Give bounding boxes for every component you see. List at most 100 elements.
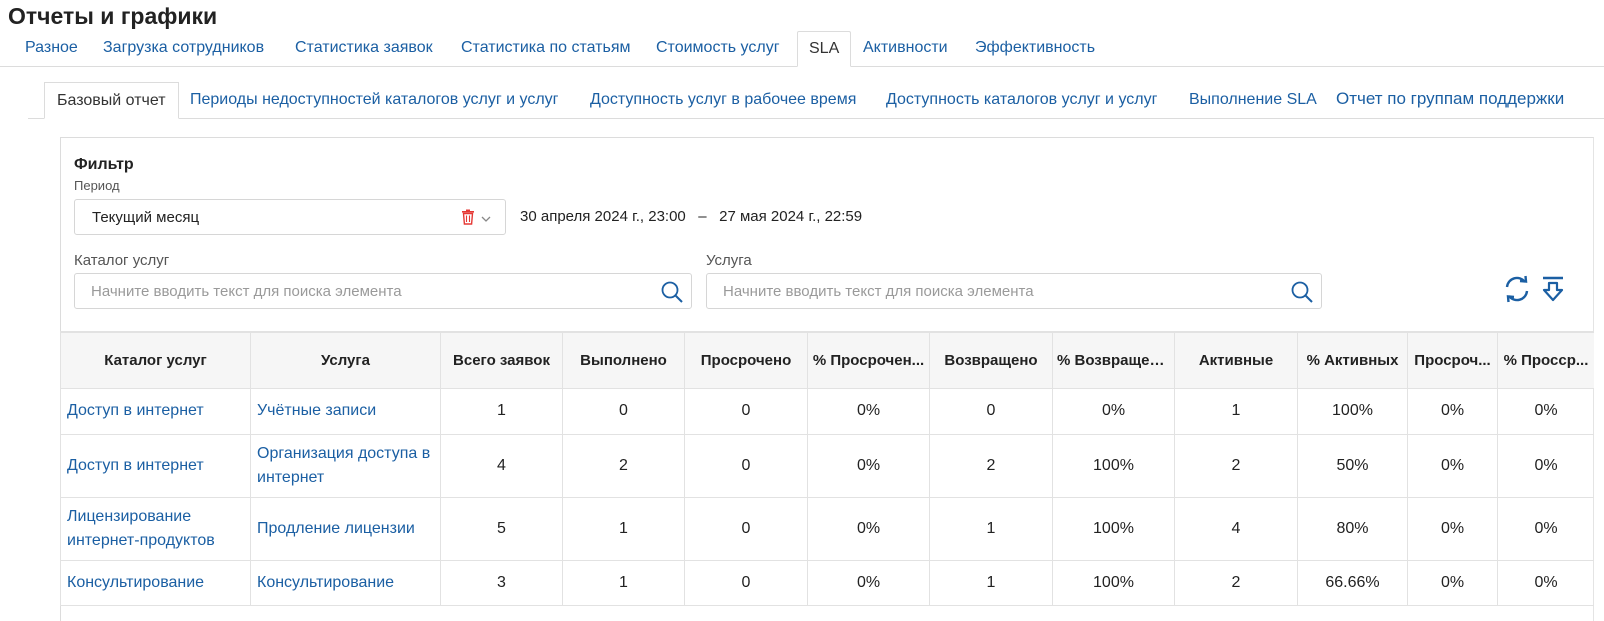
- table-cell: 1: [929, 497, 1053, 561]
- table-cell: 0%: [1407, 388, 1498, 435]
- table-cell: 0: [684, 560, 808, 606]
- table-cell: 100%: [1052, 434, 1175, 498]
- table-cell: 0: [562, 388, 685, 435]
- column-header[interactable]: Услуга: [250, 333, 441, 389]
- tab-sla[interactable]: SLA: [797, 31, 852, 67]
- column-header[interactable]: Выполнено: [562, 333, 685, 389]
- trash-icon[interactable]: [461, 209, 475, 225]
- tab-staff-load[interactable]: Загрузка сотрудников: [92, 31, 275, 67]
- catalog-link[interactable]: Доступ в интернет: [60, 388, 251, 435]
- table-cell: 0%: [1497, 434, 1594, 498]
- search-icon[interactable]: [1291, 281, 1313, 303]
- table-cell: 0: [684, 388, 808, 435]
- table-cell: 3: [440, 560, 563, 606]
- service-label: Услуга: [706, 252, 752, 269]
- tab-efficiency[interactable]: Эффективность: [964, 31, 1106, 67]
- service-search-input[interactable]: [723, 274, 1277, 308]
- table-cell: 100%: [1052, 560, 1175, 606]
- service-link[interactable]: Учётные записи: [250, 388, 441, 435]
- period-select-value: Текущий месяц: [92, 209, 200, 226]
- table-cell: 1: [562, 560, 685, 606]
- table-row: Лицензирование интернет-продуктов Продле…: [60, 497, 1594, 561]
- column-header[interactable]: Возвращено: [929, 333, 1053, 389]
- table-cell: 4: [1174, 497, 1298, 561]
- service-link[interactable]: Консультирование: [250, 560, 441, 606]
- column-header[interactable]: Всего заявок: [440, 333, 563, 389]
- subtab-support-groups-report[interactable]: Отчет по группам поддержки: [1324, 82, 1576, 119]
- table-cell: 0: [684, 497, 808, 561]
- subtab-catalog-availability[interactable]: Доступность каталогов услуг и услуг: [874, 82, 1169, 119]
- tab-article-stats[interactable]: Статистика по статьям: [450, 31, 642, 67]
- tab-activities[interactable]: Активности: [852, 31, 959, 67]
- column-header[interactable]: % Просср...: [1497, 333, 1594, 389]
- report-table: Каталог услуг Услуга Всего заявок Выполн…: [60, 331, 1594, 621]
- tab-misc[interactable]: Разное: [14, 31, 89, 67]
- date-range: 30 апреля 2024 г., 23:00 – 27 мая 2024 г…: [520, 208, 863, 225]
- column-header[interactable]: % Просрочен...: [807, 333, 930, 389]
- page-title: Отчеты и графики: [8, 3, 218, 29]
- subtab-sla-fulfillment[interactable]: Выполнение SLA: [1177, 82, 1329, 119]
- table-cell: 4: [440, 434, 563, 498]
- table-cell: 0: [929, 388, 1053, 435]
- table-cell: 0%: [807, 497, 930, 561]
- subtab-unavailability-periods[interactable]: Периоды недоступностей каталогов услуг и…: [178, 82, 571, 119]
- sub-tab-bar: Базовый отчет Периоды недоступностей кат…: [0, 82, 1604, 119]
- table-cell: 0%: [1407, 497, 1498, 561]
- table-cell: 0%: [1407, 560, 1498, 606]
- table-cell: 5: [440, 497, 563, 561]
- table-cell: 1: [1174, 388, 1298, 435]
- filter-title: Фильтр: [74, 156, 134, 173]
- table-cell: 0%: [807, 434, 930, 498]
- table-cell: 66.66%: [1297, 560, 1408, 606]
- table-cell: 1: [929, 560, 1053, 606]
- table-cell: 2: [929, 434, 1053, 498]
- table-cell: 0: [684, 434, 808, 498]
- table-cell: 1: [562, 497, 685, 561]
- column-header[interactable]: Активные: [1174, 333, 1298, 389]
- period-label: Период: [74, 178, 120, 193]
- catalog-search-field[interactable]: [74, 273, 692, 309]
- column-header[interactable]: Каталог услуг: [60, 333, 251, 389]
- table-row: Консультирование Консультирование 3 1 0 …: [60, 560, 1594, 606]
- catalog-link[interactable]: Консультирование: [60, 560, 251, 606]
- service-search-field[interactable]: [706, 273, 1322, 309]
- table-row: Доступ в интернет Организация доступа в …: [60, 434, 1594, 498]
- tab-service-cost[interactable]: Стоимость услуг: [645, 31, 791, 67]
- chevron-down-icon[interactable]: [481, 211, 491, 222]
- table-cell: 0%: [1497, 388, 1594, 435]
- column-header[interactable]: % Возвращен...: [1052, 333, 1175, 389]
- table-cell: 0%: [1497, 497, 1594, 561]
- catalog-link[interactable]: Доступ в интернет: [60, 434, 251, 498]
- table-cell: 1: [440, 388, 563, 435]
- table-cell: 50%: [1297, 434, 1408, 498]
- table-cell: 100%: [1052, 497, 1175, 561]
- catalog-label: Каталог услуг: [74, 252, 170, 269]
- table-header-row: Каталог услуг Услуга Всего заявок Выполн…: [60, 333, 1594, 389]
- table-cell: 100%: [1297, 388, 1408, 435]
- table-cell: 0%: [1497, 560, 1594, 606]
- column-header[interactable]: Просроч...: [1407, 333, 1498, 389]
- table-cell: 2: [1174, 434, 1298, 498]
- table-cell: 0%: [807, 560, 930, 606]
- column-header[interactable]: Просрочено: [684, 333, 808, 389]
- subtab-service-availability-worktime[interactable]: Доступность услуг в рабочее время: [578, 82, 868, 119]
- service-link[interactable]: Продление лицензии: [250, 497, 441, 561]
- search-icon[interactable]: [661, 281, 683, 303]
- period-select[interactable]: Текущий месяц: [74, 199, 506, 235]
- subtab-basic-report[interactable]: Базовый отчет: [44, 82, 179, 119]
- catalog-link[interactable]: Лицензирование интернет-продуктов: [60, 497, 251, 561]
- download-icon[interactable]: [1540, 275, 1566, 303]
- refresh-icon[interactable]: [1503, 275, 1531, 303]
- column-header[interactable]: % Активных: [1297, 333, 1408, 389]
- table-cell: 2: [1174, 560, 1298, 606]
- table-cell: 2: [562, 434, 685, 498]
- table-cell: 0%: [807, 388, 930, 435]
- table-row: Доступ в интернет Учётные записи 1 0 0 0…: [60, 388, 1594, 435]
- table-cell: 80%: [1297, 497, 1408, 561]
- service-link[interactable]: Организация доступа в интернет: [250, 434, 441, 498]
- tab-request-stats[interactable]: Статистика заявок: [284, 31, 444, 67]
- top-tab-bar: Разное Загрузка сотрудников Статистика з…: [0, 31, 1604, 67]
- catalog-search-input[interactable]: [91, 274, 647, 308]
- table-cell: 0%: [1052, 388, 1175, 435]
- table-cell: 0%: [1407, 434, 1498, 498]
